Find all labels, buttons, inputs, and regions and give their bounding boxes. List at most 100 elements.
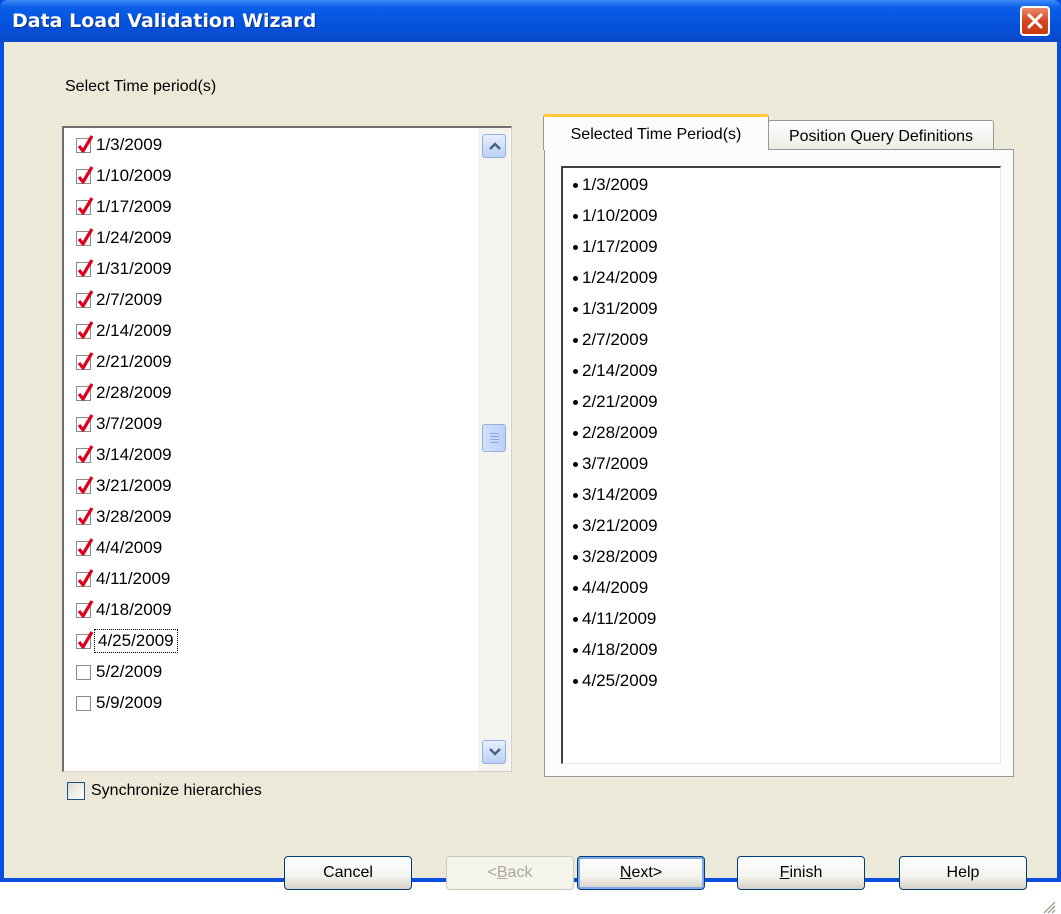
resize-grip-icon[interactable] (1042, 900, 1056, 914)
unchecked-checkbox[interactable] (76, 695, 91, 711)
selected-period-label: 1/17/2009 (582, 237, 658, 256)
chevron-up-icon (489, 142, 501, 150)
time-period-item[interactable]: 1/10/2009 (76, 163, 172, 189)
red-checkmark-icon (77, 630, 94, 649)
checked-checkbox[interactable] (76, 630, 94, 649)
list-item: 4/18/2009 (573, 637, 658, 663)
cancel-button[interactable]: Cancel (284, 856, 412, 890)
checked-checkbox[interactable] (76, 320, 94, 339)
checked-checkbox[interactable] (76, 289, 94, 308)
time-period-item[interactable]: 4/18/2009 (76, 597, 172, 623)
time-period-item[interactable]: 4/11/2009 (76, 566, 170, 592)
time-period-label: 3/21/2009 (96, 476, 172, 495)
help-button[interactable]: Help (899, 856, 1027, 890)
checked-checkbox[interactable] (76, 444, 94, 463)
red-checkmark-icon (77, 289, 94, 308)
time-period-label: 3/14/2009 (96, 445, 172, 464)
list-item: 3/28/2009 (573, 544, 658, 570)
time-period-item[interactable]: 2/7/2009 (76, 287, 162, 313)
bullet-icon (573, 492, 578, 498)
selected-periods-list[interactable]: 1/3/2009 1/10/2009 1/17/2009 1/24/2009 1/31/… (561, 166, 1001, 764)
checked-checkbox[interactable] (76, 506, 94, 525)
time-period-item[interactable]: 5/2/2009 (76, 659, 162, 685)
bullet-icon (573, 678, 578, 684)
vertical-scrollbar[interactable] (478, 128, 510, 771)
tab-panel: 1/3/2009 1/10/2009 1/17/2009 1/24/2009 1/31/… (544, 149, 1014, 777)
list-item: 3/14/2009 (573, 482, 658, 508)
time-period-label: 4/25/2009 (94, 629, 178, 653)
bullet-icon (573, 182, 578, 188)
time-period-label: 1/31/2009 (96, 259, 172, 278)
time-period-item[interactable]: 4/25/2009 (76, 628, 178, 654)
time-period-item[interactable]: 3/7/2009 (76, 411, 162, 437)
checked-checkbox[interactable] (76, 165, 94, 184)
checked-checkbox[interactable] (76, 351, 94, 370)
checked-checkbox[interactable] (76, 196, 94, 215)
selected-period-label: 1/10/2009 (582, 206, 658, 225)
selected-period-label: 3/7/2009 (582, 454, 649, 473)
red-checkmark-icon (77, 165, 94, 184)
checked-checkbox[interactable] (76, 413, 94, 432)
time-period-label: 4/11/2009 (96, 569, 171, 588)
selected-period-label: 2/14/2009 (582, 361, 658, 380)
selected-period-label: 4/11/2009 (582, 609, 657, 628)
red-checkmark-icon (77, 258, 94, 277)
close-icon (1027, 13, 1043, 29)
time-period-item[interactable]: 2/14/2009 (76, 318, 172, 344)
time-period-label: 1/10/2009 (96, 166, 172, 185)
checked-checkbox[interactable] (76, 599, 94, 618)
finish-button[interactable]: Finish (737, 856, 865, 890)
next-button[interactable]: Next> (577, 856, 705, 890)
time-period-item[interactable]: 5/9/2009 (76, 690, 162, 716)
bullet-icon (573, 337, 578, 343)
title-bar[interactable]: Data Load Validation Wizard (0, 0, 1061, 42)
checked-checkbox[interactable] (76, 258, 94, 277)
selected-period-label: 4/4/2009 (582, 578, 649, 597)
time-period-label: 1/17/2009 (96, 197, 172, 216)
checked-checkbox[interactable] (76, 134, 94, 153)
time-period-label: 5/9/2009 (96, 693, 163, 712)
unchecked-checkbox[interactable] (76, 664, 91, 680)
checked-checkbox[interactable] (76, 475, 94, 494)
red-checkmark-icon (77, 227, 94, 246)
checked-checkbox[interactable] (76, 382, 94, 401)
time-period-list[interactable]: 5/9/2009 5/2/2009 4/25/2009 4/18/2009 4/11/2… (62, 126, 512, 772)
synchronize-hierarchies-checkbox[interactable]: Synchronize hierarchies (67, 782, 262, 800)
red-checkmark-icon (77, 599, 94, 618)
sync-checkbox-box[interactable] (67, 782, 85, 800)
bullet-icon (573, 523, 578, 529)
close-button[interactable] (1020, 6, 1050, 36)
time-period-label: 3/28/2009 (96, 507, 172, 526)
time-period-item[interactable]: 1/17/2009 (76, 194, 172, 220)
scroll-up-button[interactable] (482, 134, 506, 158)
list-item: 1/3/2009 (573, 172, 648, 198)
tab-position-query-definitions[interactable]: Position Query Definitions (768, 120, 994, 150)
time-period-item[interactable]: 3/21/2009 (76, 473, 172, 499)
time-period-label: 4/4/2009 (96, 538, 163, 557)
time-period-label: 5/2/2009 (96, 662, 163, 681)
list-item: 2/21/2009 (573, 389, 658, 415)
bullet-icon (573, 306, 578, 312)
time-period-item[interactable]: 3/28/2009 (76, 504, 172, 530)
time-period-item[interactable]: 3/14/2009 (76, 442, 172, 468)
scroll-down-button[interactable] (482, 740, 506, 764)
time-period-item[interactable]: 4/4/2009 (76, 535, 162, 561)
time-period-item[interactable]: 1/24/2009 (76, 225, 172, 251)
red-checkmark-icon (77, 568, 94, 587)
list-item: 4/11/2009 (573, 606, 656, 632)
time-period-item[interactable]: 1/31/2009 (76, 256, 172, 282)
time-period-item[interactable]: 2/28/2009 (76, 380, 172, 406)
checked-checkbox[interactable] (76, 227, 94, 246)
time-period-item[interactable]: 2/21/2009 (76, 349, 172, 375)
tab-selected-time-periods[interactable]: Selected Time Period(s) (543, 114, 769, 150)
bullet-icon (573, 461, 578, 467)
select-time-periods-label: Select Time period(s) (65, 78, 217, 95)
back-button[interactable]: <Back (446, 856, 574, 890)
scroll-thumb[interactable] (482, 424, 506, 452)
checked-checkbox[interactable] (76, 568, 94, 587)
dialog-body: Select Time period(s) 5/9/2009 5/2/2009 4/… (4, 42, 1057, 914)
list-item: 3/21/2009 (573, 513, 658, 539)
time-period-item[interactable]: 1/3/2009 (76, 132, 162, 158)
checked-checkbox[interactable] (76, 537, 94, 556)
bullet-icon (573, 399, 578, 405)
